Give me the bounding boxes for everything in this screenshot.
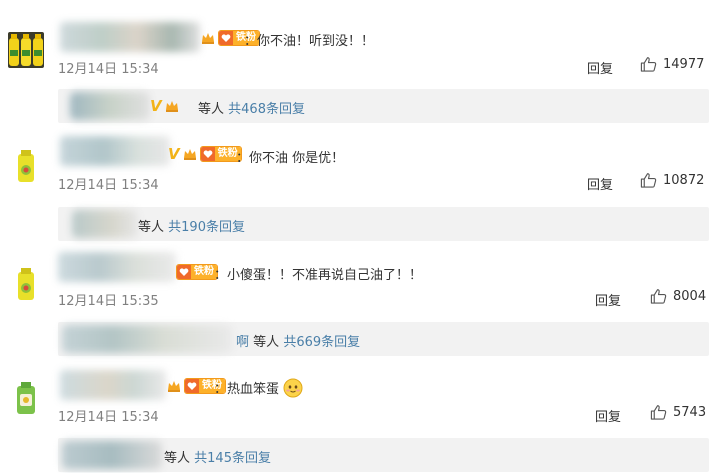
username-blurred[interactable] xyxy=(58,252,176,282)
thumbs-up-icon xyxy=(650,405,667,420)
timestamp: 12月14日 15:34 xyxy=(58,62,159,77)
reply-summary-2[interactable]: 等人 共190条回复 xyxy=(58,207,709,241)
crown-icon xyxy=(168,381,180,392)
vip-v-icon: V xyxy=(168,144,180,163)
like-button[interactable]: 5743 xyxy=(650,404,706,421)
like-count: 14977 xyxy=(663,57,705,72)
like-count: 8004 xyxy=(673,289,707,304)
username-blurred[interactable] xyxy=(60,22,200,52)
badges: 铁粉 xyxy=(176,264,218,280)
reply-count-link[interactable]: 共468条回复 xyxy=(228,102,305,117)
crown-icon xyxy=(165,101,178,112)
like-button[interactable]: 10872 xyxy=(640,172,704,189)
reply-summary-text: 等人 共468条回复 xyxy=(198,102,305,117)
reply-summary-4[interactable]: 等人 共145条回复 xyxy=(58,438,709,472)
timestamp: 12月14日 15:35 xyxy=(58,294,159,309)
avatar-detergent-bottle[interactable] xyxy=(8,266,44,302)
badges: V 铁粉 xyxy=(168,146,242,162)
thumbs-up-icon xyxy=(650,289,667,304)
timestamp: 12月14日 15:34 xyxy=(58,178,159,193)
fan-badge: 铁粉 xyxy=(176,264,218,280)
replier-name-tail[interactable]: 啊 xyxy=(236,335,249,350)
smile-emoji-icon xyxy=(283,378,303,398)
comment-text: ：你不油 你是优！ xyxy=(236,151,345,166)
username-blurred[interactable] xyxy=(60,136,170,166)
comment-text: ：热血笨蛋 xyxy=(214,378,303,398)
reply-summary-text: 等人 共190条回复 xyxy=(138,220,245,235)
fan-heart-icon xyxy=(200,147,215,161)
thumbs-up-icon xyxy=(640,57,657,72)
like-button[interactable]: 8004 xyxy=(650,288,706,305)
replier-names-blurred xyxy=(62,325,232,353)
vip-v-icon: V xyxy=(150,96,162,115)
comment-text: ：你不油！听到没！！ xyxy=(244,34,375,49)
crown-icon xyxy=(202,33,214,44)
reply-count-link[interactable]: 共190条回复 xyxy=(168,220,245,235)
reply-summary-1[interactable]: V 等人 共468条回复 xyxy=(58,89,709,123)
replier-names-blurred xyxy=(72,210,138,238)
reply-count-link[interactable]: 共145条回复 xyxy=(194,451,271,466)
reply-button[interactable]: 回复 xyxy=(587,174,613,193)
reply-summary-text: 啊 等人 共669条回复 xyxy=(236,335,361,350)
comment-4: 铁粉 ：热血笨蛋 12月14日 15:34 回复 5743 xyxy=(0,362,719,432)
fan-heart-icon xyxy=(177,265,191,279)
fan-heart-icon xyxy=(219,31,233,45)
comment-text: ：小傻蛋！！不准再说自己油了！！ xyxy=(214,268,423,283)
reply-button[interactable]: 回复 xyxy=(595,406,621,425)
reply-count-link[interactable]: 共669条回复 xyxy=(283,335,360,350)
comment-2: V 铁粉 ：你不油 你是优！ 12月14日 15:34 回复 10872 xyxy=(0,130,719,200)
reply-button[interactable]: 回复 xyxy=(587,58,613,77)
summary-badges: V xyxy=(150,98,180,114)
reply-button[interactable]: 回复 xyxy=(595,290,621,309)
comment-3: 铁粉 ：小傻蛋！！不准再说自己油了！！ 12月14日 15:35 回复 8004 xyxy=(0,246,719,316)
comment-1: 铁粉 ：你不油！听到没！！ 12月14日 15:34 回复 14977 xyxy=(0,0,719,84)
replier-names-blurred xyxy=(70,92,150,120)
avatar-detergent-bottle[interactable] xyxy=(8,148,44,184)
reply-summary-3[interactable]: 啊 等人 共669条回复 xyxy=(58,322,709,356)
like-count: 10872 xyxy=(663,173,705,188)
thumbs-up-icon xyxy=(640,173,657,188)
reply-summary-text: 等人 共145条回复 xyxy=(164,451,271,466)
timestamp: 12月14日 15:34 xyxy=(58,410,159,425)
like-button[interactable]: 14977 xyxy=(640,56,704,73)
username-blurred[interactable] xyxy=(60,370,166,400)
like-count: 5743 xyxy=(673,405,707,420)
fan-heart-icon xyxy=(185,379,199,393)
avatar-oil-bottles[interactable] xyxy=(8,32,44,68)
avatar-detergent-bottle[interactable] xyxy=(8,380,44,416)
crown-icon xyxy=(183,149,196,160)
replier-names-blurred xyxy=(62,441,162,469)
